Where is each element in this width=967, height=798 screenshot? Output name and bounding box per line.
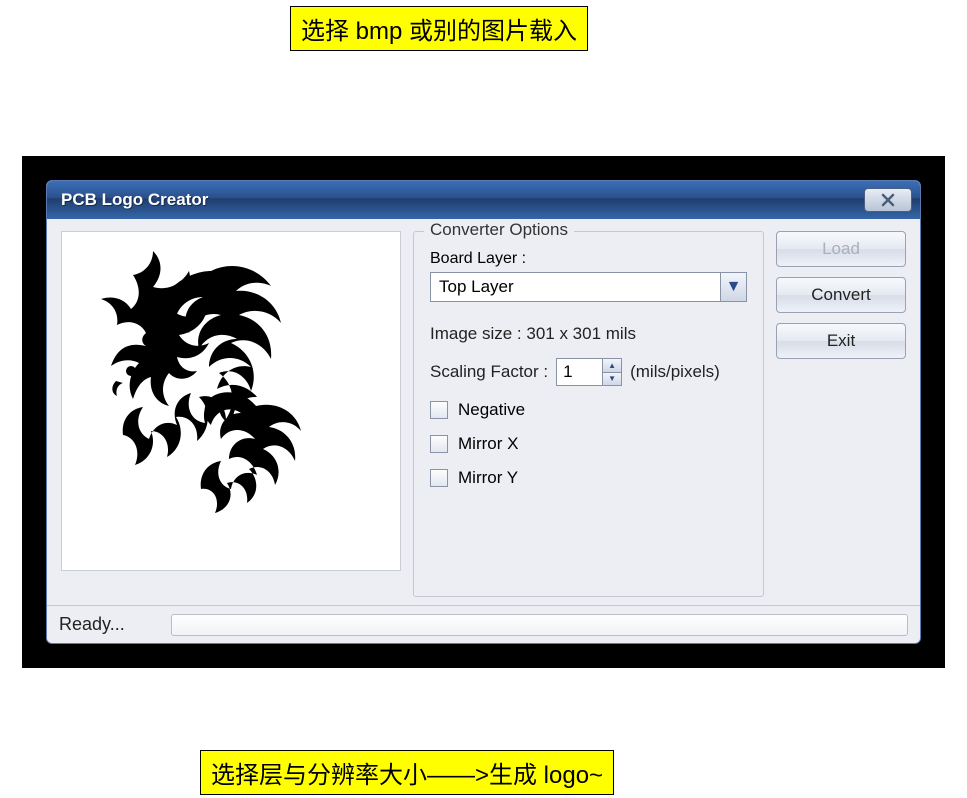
load-button[interactable]: Load: [776, 231, 906, 267]
options-legend: Converter Options: [424, 220, 574, 240]
exit-button[interactable]: Exit: [776, 323, 906, 359]
image-size-text: Image size : 301 x 301 mils: [430, 324, 747, 344]
mirrorx-checkbox-row: Mirror X: [430, 434, 747, 454]
window-title: PCB Logo Creator: [61, 190, 208, 210]
image-preview: [61, 231, 401, 571]
annotation-top: 选择 bmp 或别的图片载入: [290, 6, 588, 51]
mirrory-label: Mirror Y: [458, 468, 518, 488]
convert-button[interactable]: Convert: [776, 277, 906, 313]
mirrorx-label: Mirror X: [458, 434, 518, 454]
scaling-unit: (mils/pixels): [630, 362, 720, 382]
side-buttons: Load Convert Exit: [776, 231, 906, 597]
status-text: Ready...: [59, 614, 159, 635]
spinner-down-icon[interactable]: ▼: [602, 372, 622, 387]
scaling-spinner[interactable]: ▲ ▼: [556, 358, 622, 386]
mirrory-checkbox[interactable]: [430, 469, 448, 487]
progress-bar: [171, 614, 908, 636]
board-layer-value: Top Layer: [431, 273, 720, 301]
status-bar: Ready...: [47, 605, 920, 643]
screenshot-frame: PCB Logo Creator: [22, 156, 945, 668]
scaling-label: Scaling Factor :: [430, 362, 548, 382]
scaling-row: Scaling Factor : ▲ ▼ (mils/pixels): [430, 358, 747, 386]
board-layer-select[interactable]: Top Layer ▼: [430, 272, 747, 302]
titlebar[interactable]: PCB Logo Creator: [47, 181, 920, 219]
chevron-down-icon[interactable]: ▼: [720, 273, 746, 301]
close-button[interactable]: [864, 188, 912, 212]
client-area: Converter Options Board Layer : Top Laye…: [47, 219, 920, 605]
converter-options-group: Converter Options Board Layer : Top Laye…: [413, 231, 764, 597]
lion-logo-icon: [101, 251, 361, 551]
scaling-input[interactable]: [556, 358, 602, 386]
spinner-up-icon[interactable]: ▲: [602, 358, 622, 372]
negative-label: Negative: [458, 400, 525, 420]
mirrorx-checkbox[interactable]: [430, 435, 448, 453]
close-icon: [881, 193, 895, 207]
mirrory-checkbox-row: Mirror Y: [430, 468, 747, 488]
annotation-bottom: 选择层与分辨率大小——>生成 logo~: [200, 750, 614, 795]
negative-checkbox[interactable]: [430, 401, 448, 419]
board-layer-label: Board Layer :: [430, 250, 747, 268]
app-window: PCB Logo Creator: [46, 180, 921, 644]
negative-checkbox-row: Negative: [430, 400, 747, 420]
